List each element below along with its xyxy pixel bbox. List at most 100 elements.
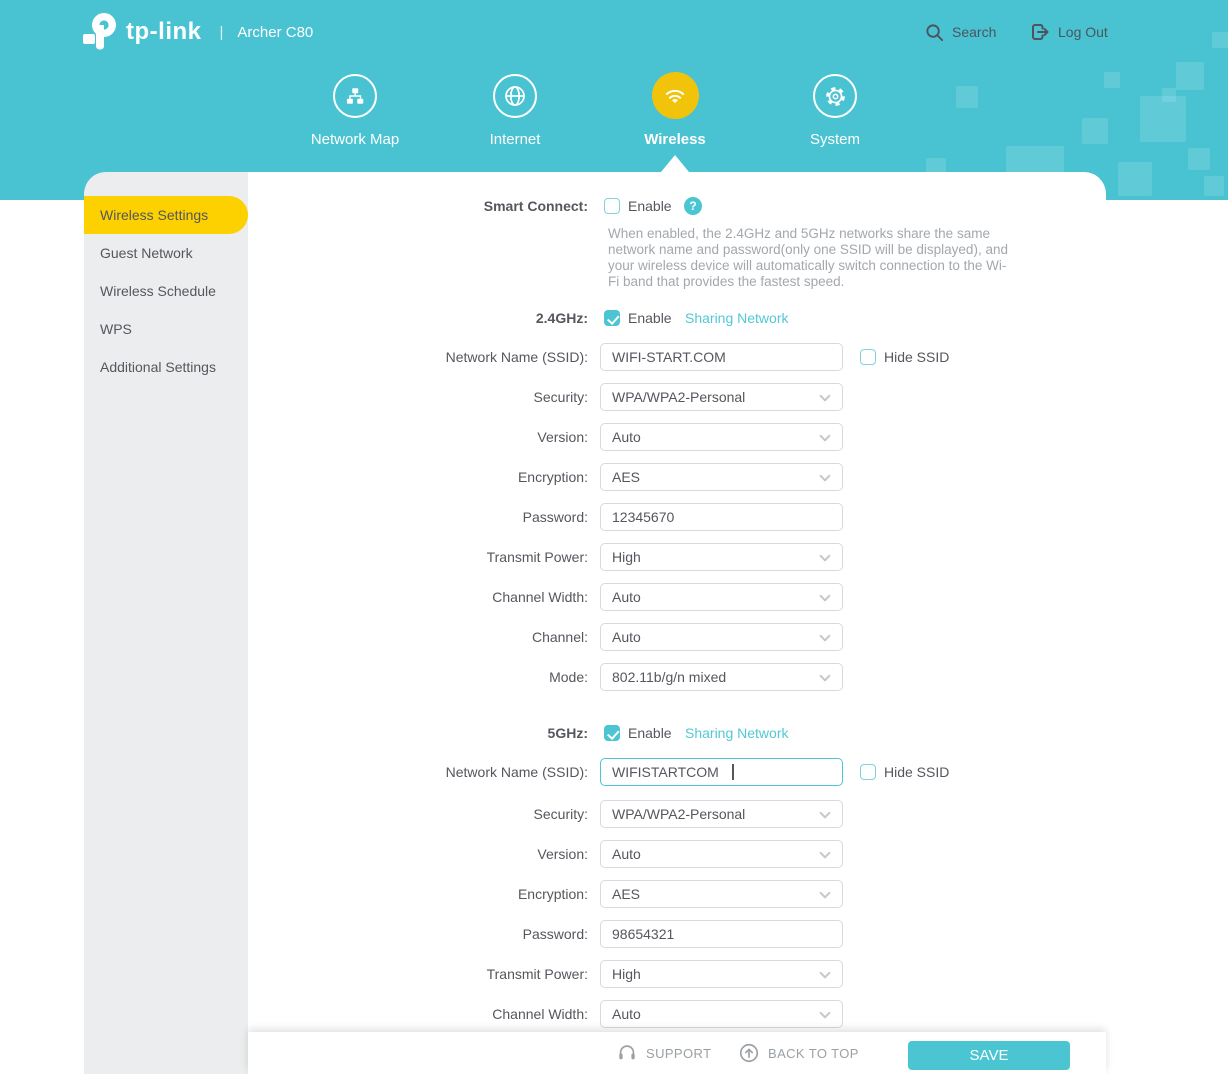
encryption-row-5g: Encryption: AES bbox=[248, 880, 1106, 908]
transmit-power-row-2g4: Transmit Power: High bbox=[248, 543, 1106, 571]
password-row-2g4: Password: bbox=[248, 503, 1106, 531]
globe-icon bbox=[493, 74, 537, 118]
field-label: Transmit Power: bbox=[248, 960, 588, 988]
nav-item-internet[interactable]: Internet bbox=[435, 74, 595, 148]
channel-select-2g4[interactable]: Auto bbox=[600, 623, 843, 651]
headset-icon bbox=[616, 1042, 638, 1064]
security-select-2g4[interactable]: WPA/WPA2-Personal bbox=[600, 383, 843, 411]
password-input-5g[interactable] bbox=[600, 920, 843, 948]
chevron-down-icon bbox=[819, 807, 830, 818]
select-value: Auto bbox=[612, 841, 641, 867]
transmit-power-select-5g[interactable]: High bbox=[600, 960, 843, 988]
band-5g-enable-checkbox[interactable] bbox=[604, 725, 620, 741]
wifi-icon bbox=[652, 72, 699, 119]
ssid-row-5g: Network Name (SSID): Hide SSID bbox=[248, 758, 1106, 786]
sidebar-item-wps[interactable]: WPS bbox=[84, 310, 248, 348]
nav-item-system[interactable]: System bbox=[755, 74, 915, 148]
chevron-down-icon bbox=[819, 670, 830, 681]
encryption-select-2g4[interactable]: AES bbox=[600, 463, 843, 491]
mode-select-2g4[interactable]: 802.11b/g/n mixed bbox=[600, 663, 843, 691]
search-button[interactable]: Search bbox=[925, 21, 996, 43]
select-value: WPA/WPA2-Personal bbox=[612, 801, 745, 827]
ssid-input-2g4[interactable] bbox=[600, 343, 843, 371]
ssid-row-2g4: Network Name (SSID): Hide SSID bbox=[248, 343, 1106, 371]
version-row-5g: Version: Auto bbox=[248, 840, 1106, 868]
password-input-2g4[interactable] bbox=[600, 503, 843, 531]
sidebar-item-wireless-settings[interactable]: Wireless Settings bbox=[84, 196, 248, 234]
ssid-label: Network Name (SSID): bbox=[248, 343, 588, 371]
help-icon[interactable]: ? bbox=[684, 197, 702, 215]
pixel-square bbox=[1140, 96, 1186, 142]
network-map-icon bbox=[333, 74, 377, 118]
select-value: Auto bbox=[612, 584, 641, 610]
pixel-square bbox=[1212, 32, 1228, 48]
chevron-down-icon bbox=[819, 1007, 830, 1018]
security-select-5g[interactable]: WPA/WPA2-Personal bbox=[600, 800, 843, 828]
ssid-input-5g[interactable] bbox=[600, 758, 843, 786]
search-label: Search bbox=[952, 24, 996, 40]
smart-connect-row: Smart Connect: Enable ? bbox=[248, 196, 1106, 216]
hide-ssid-checkbox-5g[interactable] bbox=[860, 764, 876, 780]
brand-name: tp-link bbox=[126, 18, 202, 46]
tplink-logo-icon bbox=[78, 11, 118, 53]
gear-icon bbox=[813, 74, 857, 118]
version-select-2g4[interactable]: Auto bbox=[600, 423, 843, 451]
device-model: Archer C80 bbox=[237, 24, 313, 41]
logout-label: Log Out bbox=[1058, 24, 1108, 40]
text-caret bbox=[732, 764, 734, 780]
hide-ssid-label: Hide SSID bbox=[884, 758, 949, 786]
select-value: Auto bbox=[612, 624, 641, 650]
password-row-5g: Password: bbox=[248, 920, 1106, 948]
field-label: Encryption: bbox=[248, 463, 588, 491]
nav-item-wireless[interactable]: Wireless bbox=[595, 74, 755, 148]
channel-width-select-2g4[interactable]: Auto bbox=[600, 583, 843, 611]
sharing-network-link-5g[interactable]: Sharing Network bbox=[685, 723, 789, 743]
nav-label: System bbox=[755, 131, 915, 148]
sidebar-item-guest-network[interactable]: Guest Network bbox=[84, 234, 248, 272]
field-label: Security: bbox=[248, 383, 588, 411]
pixel-square bbox=[1082, 118, 1108, 144]
field-label: Transmit Power: bbox=[248, 543, 588, 571]
version-row-2g4: Version: Auto bbox=[248, 423, 1106, 451]
channel-row-2g4: Channel: Auto bbox=[248, 623, 1106, 651]
support-button[interactable]: SUPPORT bbox=[616, 1032, 711, 1074]
field-label: Password: bbox=[248, 920, 588, 948]
nav-label: Internet bbox=[435, 131, 595, 148]
chevron-down-icon bbox=[819, 887, 830, 898]
field-label: Password: bbox=[248, 503, 588, 531]
header-band: tp-link | Archer C80 Search Log Out bbox=[0, 0, 1228, 200]
transmit-power-select-2g4[interactable]: High bbox=[600, 543, 843, 571]
search-icon bbox=[925, 23, 944, 42]
chevron-down-icon bbox=[819, 470, 830, 481]
sharing-network-link-2g4[interactable]: Sharing Network bbox=[685, 308, 789, 328]
brand: tp-link | Archer C80 bbox=[78, 10, 313, 54]
encryption-select-5g[interactable]: AES bbox=[600, 880, 843, 908]
band-2g4-enable-checkbox[interactable] bbox=[604, 310, 620, 326]
pixel-square bbox=[1104, 72, 1120, 88]
pixel-square bbox=[1006, 146, 1064, 172]
sidebar-item-wireless-schedule[interactable]: Wireless Schedule bbox=[84, 272, 248, 310]
security-row-2g4: Security: WPA/WPA2-Personal bbox=[248, 383, 1106, 411]
select-value: AES bbox=[612, 881, 640, 907]
version-select-5g[interactable]: Auto bbox=[600, 840, 843, 868]
smart-connect-checkbox[interactable] bbox=[604, 198, 620, 214]
select-value: WPA/WPA2-Personal bbox=[612, 384, 745, 410]
field-label: Encryption: bbox=[248, 880, 588, 908]
sidebar-item-additional-settings[interactable]: Additional Settings bbox=[84, 348, 248, 386]
field-label: Security: bbox=[248, 800, 588, 828]
nav-label: Wireless bbox=[595, 131, 755, 148]
hide-ssid-checkbox-2g4[interactable] bbox=[860, 349, 876, 365]
nav-item-network-map[interactable]: Network Map bbox=[275, 74, 435, 148]
sidebar: Wireless Settings Guest Network Wireless… bbox=[84, 172, 248, 1074]
logout-button[interactable]: Log Out bbox=[1030, 21, 1108, 43]
channel-width-select-5g[interactable]: Auto bbox=[600, 1000, 843, 1028]
back-to-top-button[interactable]: BACK TO TOP bbox=[738, 1032, 859, 1074]
logout-icon bbox=[1030, 22, 1050, 42]
save-button[interactable]: SAVE bbox=[908, 1041, 1070, 1070]
wireless-settings-panel: Smart Connect: Enable ? When enabled, th… bbox=[248, 172, 1106, 1074]
active-tab-pointer bbox=[661, 155, 689, 172]
mode-row-2g4: Mode: 802.11b/g/n mixed bbox=[248, 663, 1106, 691]
chevron-down-icon bbox=[819, 847, 830, 858]
select-value: High bbox=[612, 961, 641, 987]
chevron-down-icon bbox=[819, 967, 830, 978]
